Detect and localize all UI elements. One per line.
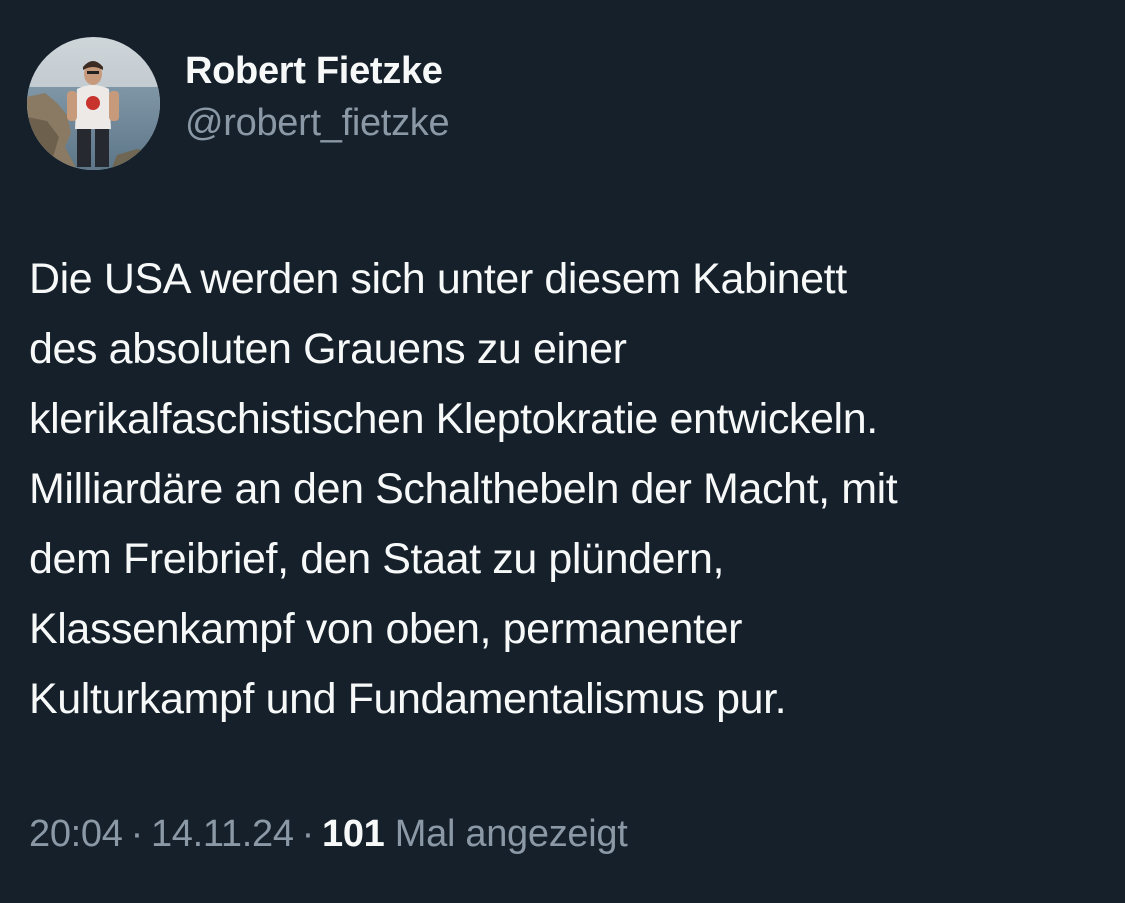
author-names: Robert Fietzke @robert_fietzke xyxy=(185,48,450,146)
tweet-text-line: des absoluten Grauens zu einer xyxy=(29,325,627,373)
tweet-card: Robert Fietzke @robert_fietzke Die USA w… xyxy=(0,0,1125,903)
tweet-time[interactable]: 20:04 xyxy=(29,813,123,855)
views-count[interactable]: 101 xyxy=(322,813,385,855)
author-display-name[interactable]: Robert Fietzke xyxy=(185,48,449,94)
author-handle[interactable]: @robert_fietzke xyxy=(185,100,450,146)
meta-separator: · xyxy=(301,813,315,855)
tweet-text-line: Milliardäre an den Schalthebeln der Mach… xyxy=(29,465,898,513)
tweet-date[interactable]: 14.11.24 xyxy=(151,813,294,855)
tweet-text: Die USA werden sich unter diesem Kabinet… xyxy=(29,244,1109,734)
avatar[interactable] xyxy=(27,37,160,170)
meta-separator: · xyxy=(130,813,144,855)
tweet-text-line: dem Freibrief, den Staat zu plündern, xyxy=(29,535,725,583)
profile-photo-icon xyxy=(27,37,160,170)
tweet-meta: 20:04 · 14.11.24 · 101 Mal angezeigt xyxy=(29,806,628,862)
tweet-header: Robert Fietzke @robert_fietzke xyxy=(27,37,450,170)
tweet-text-line: Die USA werden sich unter diesem Kabinet… xyxy=(29,255,847,303)
tweet-text-line: Klassenkampf von oben, permanenter xyxy=(29,605,743,653)
views-label: Mal angezeigt xyxy=(394,813,628,855)
tweet-text-line: klerikalfaschistischen Kleptokratie entw… xyxy=(29,395,878,443)
tweet-text-line: Kulturkampf und Fundamentalismus pur. xyxy=(29,675,787,723)
